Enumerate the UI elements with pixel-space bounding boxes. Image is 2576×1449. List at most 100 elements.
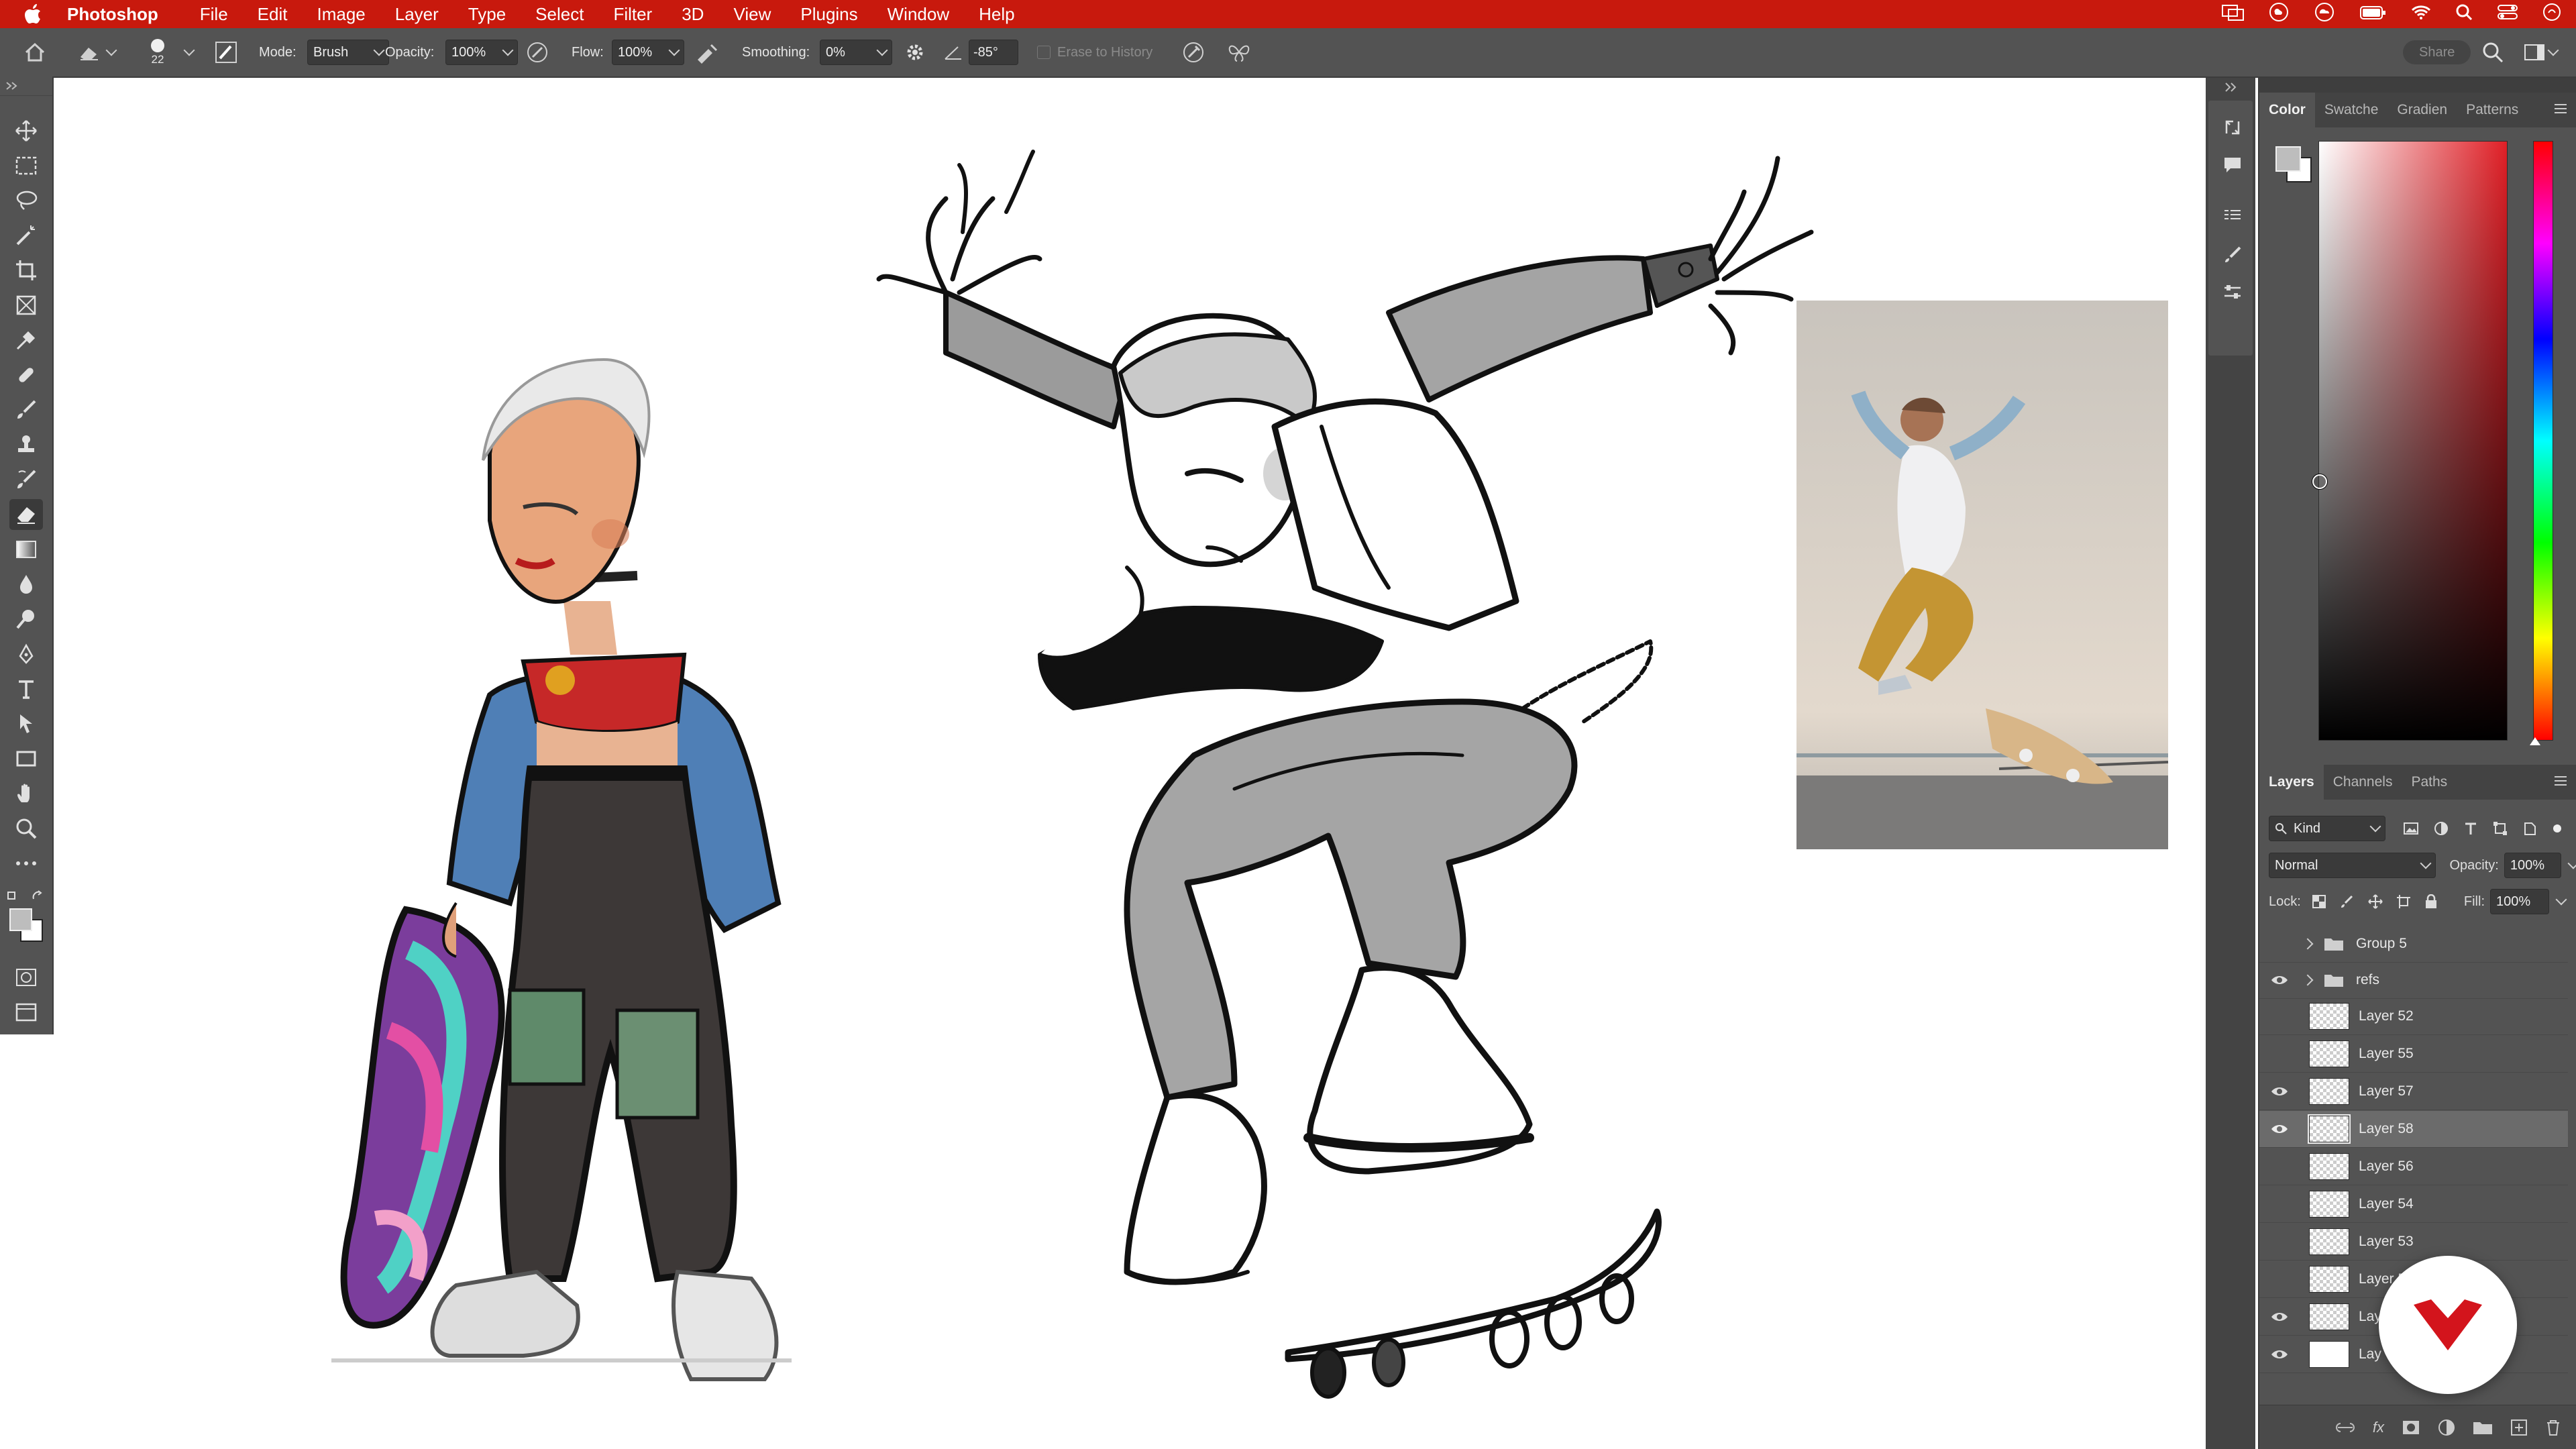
lock-image-pixels-icon[interactable] <box>2340 894 2355 909</box>
brush-settings-panel-icon[interactable] <box>2216 239 2249 271</box>
smoothing-settings-gear-icon[interactable] <box>904 28 926 76</box>
color-picker-handle[interactable] <box>2312 474 2327 489</box>
filter-type-layer-icon[interactable] <box>2463 821 2478 836</box>
expand-group-chevron-icon[interactable] <box>2302 938 2314 950</box>
filter-adjustment-layer-icon[interactable] <box>2434 821 2449 836</box>
lock-artboard-icon[interactable] <box>2396 894 2411 909</box>
foreground-color-swatch[interactable] <box>9 908 32 931</box>
layer-row-refs[interactable]: refs <box>2259 962 2568 999</box>
menu-3d[interactable]: 3D <box>682 4 704 25</box>
dodge-tool-icon[interactable] <box>9 604 43 635</box>
more-tools-icon[interactable] <box>9 848 43 879</box>
gradient-tool-icon[interactable] <box>9 534 43 565</box>
mode-select[interactable]: Brush <box>307 40 389 65</box>
share-button[interactable]: Share <box>2403 40 2471 64</box>
brush-picker-chevron[interactable] <box>183 28 195 76</box>
link-layers-icon[interactable] <box>2335 1421 2355 1434</box>
brush-angle-control[interactable]: -85° <box>943 28 1018 76</box>
search-icon[interactable] <box>2455 3 2473 25</box>
visibility-eye-icon[interactable] <box>2270 1085 2289 1098</box>
layer-row-group-5[interactable]: Group 5 <box>2259 926 2568 963</box>
layer-style-fx-icon[interactable]: fx <box>2373 1419 2384 1436</box>
visibility-eye-icon[interactable] <box>2270 973 2289 987</box>
layer-filter-kind-select[interactable]: Kind <box>2269 816 2385 841</box>
hue-slider-handle[interactable] <box>2530 737 2540 745</box>
eyedropper-tool-icon[interactable] <box>9 325 43 356</box>
crop-tool-icon[interactable] <box>9 255 43 286</box>
tool-preset-picker[interactable] <box>78 28 117 76</box>
menu-app-name[interactable]: Photoshop <box>67 4 158 25</box>
menu-plugins[interactable]: Plugins <box>800 4 857 25</box>
toolbar-collapse-handle[interactable] <box>0 76 52 96</box>
layer-row[interactable]: Layer 54 <box>2259 1186 2568 1223</box>
pressure-opacity-icon[interactable] <box>526 28 549 76</box>
filter-pixel-layer-icon[interactable] <box>2403 821 2419 836</box>
erase-to-history-option[interactable]: Erase to History <box>1037 28 1152 76</box>
filter-smart-object-icon[interactable] <box>2522 821 2537 836</box>
tab-paths[interactable]: Paths <box>2402 765 2457 800</box>
properties-panel-icon[interactable] <box>2216 201 2249 233</box>
fill-chevron[interactable] <box>2555 894 2567 906</box>
adjustments-panel-icon[interactable] <box>2216 276 2249 309</box>
visibility-eye-icon[interactable] <box>2270 1348 2289 1361</box>
tab-patterns[interactable]: Patterns <box>2457 93 2528 127</box>
apple-icon[interactable] <box>23 4 43 24</box>
menu-type[interactable]: Type <box>468 4 506 25</box>
foreground-background-colors[interactable] <box>7 906 46 945</box>
quick-mask-icon[interactable] <box>9 962 43 993</box>
color-panel-fg-bg-swatches[interactable] <box>2274 145 2314 185</box>
layers-panel-menu-icon[interactable] <box>2553 774 2568 788</box>
collapse-panels-handle[interactable] <box>2219 80 2242 97</box>
layer-row[interactable]: Layer 56 <box>2259 1148 2568 1185</box>
tab-color[interactable]: Color <box>2259 93 2315 127</box>
layer-row[interactable]: Layer 55 <box>2259 1036 2568 1073</box>
brush-size-picker[interactable]: 22 <box>150 28 165 76</box>
screen-mode-icon[interactable] <box>9 997 43 1028</box>
layer-row[interactable]: Layer 52 <box>2259 998 2568 1035</box>
magic-wand-tool-icon[interactable] <box>9 220 43 251</box>
home-icon[interactable] <box>24 28 46 76</box>
siri-icon[interactable] <box>2542 3 2561 26</box>
fill-input[interactable]: 100% <box>2490 889 2549 914</box>
cloud-sync-icon[interactable] <box>2313 2 2336 27</box>
menu-help[interactable]: Help <box>979 4 1014 25</box>
swap-colors-icon[interactable] <box>7 890 46 903</box>
type-tool-icon[interactable] <box>9 674 43 704</box>
lock-transparent-pixels-icon[interactable] <box>2312 894 2326 909</box>
document-canvas[interactable] <box>54 78 2206 1449</box>
smoothing-input[interactable]: 0% <box>820 40 892 65</box>
history-brush-tool-icon[interactable] <box>9 464 43 495</box>
filter-shape-layer-icon[interactable] <box>2493 821 2508 836</box>
visibility-eye-icon[interactable] <box>2270 1310 2289 1324</box>
lasso-tool-icon[interactable] <box>9 185 43 216</box>
search-icon[interactable] <box>2482 28 2504 76</box>
menu-layer[interactable]: Layer <box>395 4 439 25</box>
menu-view[interactable]: View <box>733 4 771 25</box>
menu-file[interactable]: File <box>200 4 228 25</box>
erase-to-history-checkbox[interactable] <box>1037 46 1051 59</box>
move-tool-icon[interactable] <box>9 115 43 146</box>
lock-all-icon[interactable] <box>2424 894 2438 909</box>
color-saturation-field[interactable] <box>2312 141 2508 741</box>
expand-group-chevron-icon[interactable] <box>2302 974 2314 986</box>
new-layer-icon[interactable] <box>2510 1419 2528 1436</box>
history-panel-icon[interactable] <box>2216 111 2249 144</box>
workspace-switcher[interactable] <box>2524 28 2559 76</box>
healing-brush-tool-icon[interactable] <box>9 360 43 390</box>
filter-toggle-icon[interactable] <box>2552 821 2563 836</box>
symmetry-butterfly-icon[interactable] <box>1226 28 1252 76</box>
layer-row[interactable]: Layer 57 <box>2259 1073 2568 1110</box>
blend-mode-select[interactable]: Normal <box>2269 853 2436 878</box>
pressure-size-icon[interactable] <box>1182 28 1205 76</box>
opacity-input[interactable]: 100% <box>445 40 518 65</box>
layer-row[interactable]: Layer 53 <box>2259 1224 2568 1260</box>
menu-image[interactable]: Image <box>317 4 365 25</box>
comments-panel-icon[interactable] <box>2216 149 2249 181</box>
menu-window[interactable]: Window <box>888 4 949 25</box>
creative-cloud-icon[interactable] <box>2269 2 2289 27</box>
airbrush-icon[interactable] <box>695 28 720 76</box>
path-selection-tool-icon[interactable] <box>9 708 43 739</box>
tab-gradients[interactable]: Gradien <box>2387 93 2457 127</box>
wifi-icon[interactable] <box>2411 4 2431 25</box>
clone-stamp-tool-icon[interactable] <box>9 429 43 460</box>
